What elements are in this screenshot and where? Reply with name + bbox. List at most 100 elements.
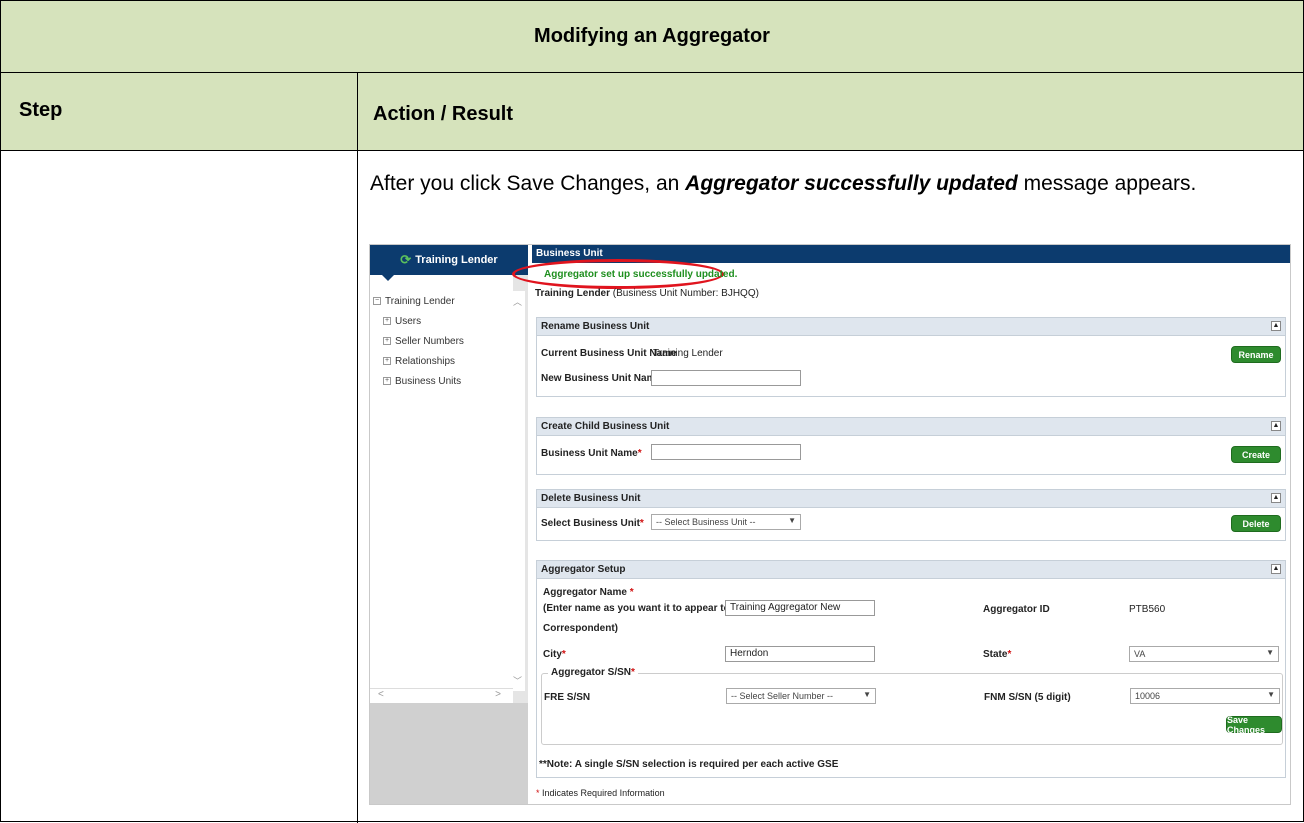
step-column-header: Step <box>19 99 63 121</box>
panel-title: Delete Business Unit <box>541 493 641 504</box>
tree-item-seller-numbers[interactable]: + Seller Numbers <box>373 331 513 351</box>
procedure-table: Modifying an Aggregator Step Action / Re… <box>0 0 1304 823</box>
scroll-left-icon[interactable]: < <box>378 689 384 700</box>
required-mark: * <box>561 649 566 660</box>
select-business-unit-dropdown[interactable]: -- Select Business Unit -- ▼ <box>651 514 801 530</box>
collapse-panel-icon[interactable]: ▲ <box>1271 493 1281 503</box>
business-unit-name-label-text: Business Unit Name <box>541 448 638 459</box>
new-name-label: New Business Unit Name* <box>541 373 665 384</box>
panel-header: Delete Business Unit ▲ <box>537 490 1285 508</box>
select-business-unit-label-text: Select Business Unit <box>541 518 640 529</box>
state-label-text: State <box>983 649 1008 660</box>
sidebar-pointer <box>382 275 394 281</box>
sidebar-empty-area <box>370 703 528 804</box>
aggregator-sssn-legend: Aggregator S/SN* <box>548 667 638 678</box>
rename-button[interactable]: Rename <box>1231 346 1281 363</box>
aggregator-name-hint: (Enter name as you want it to appear to … <box>543 603 755 614</box>
expand-icon[interactable]: + <box>383 337 391 345</box>
fnm-sssn-dropdown[interactable]: 10006 ▼ <box>1130 688 1280 704</box>
dropdown-caret-icon[interactable]: ▼ <box>1266 648 1274 657</box>
action-column-header: Action / Result <box>373 103 514 125</box>
delete-button[interactable]: Delete <box>1231 515 1281 532</box>
rename-panel: Rename Business Unit ▲ Current Business … <box>536 317 1286 397</box>
panel-title: Aggregator Setup <box>541 564 626 575</box>
required-mark: * <box>1007 649 1012 660</box>
business-unit-name-input[interactable] <box>651 444 801 460</box>
tree-item-label: Relationships <box>395 355 456 367</box>
sidebar-header[interactable]: ⟳ Training Lender <box>370 245 528 275</box>
panel-header: Rename Business Unit ▲ <box>537 318 1285 336</box>
tree-item-label: Users <box>395 315 422 327</box>
expand-icon[interactable]: + <box>383 377 391 385</box>
aggregator-sssn-group: Aggregator S/SN* FRE S/SN -- Select Sell… <box>541 667 1283 745</box>
select-business-unit-value: -- Select Business Unit -- <box>656 517 756 527</box>
aggregator-name-label-text: Aggregator Name <box>543 587 627 598</box>
collapse-icon[interactable]: − <box>373 297 381 305</box>
business-unit-name-label: Business Unit Name* <box>541 448 642 459</box>
tree-item-label: Training Lender <box>385 295 455 307</box>
tree-item-label: Business Units <box>395 375 462 387</box>
gse-note: **Note: A single S/SN selection is requi… <box>539 759 839 770</box>
panel-title: Create Child Business Unit <box>541 421 670 432</box>
business-unit-tree: − Training Lender + Users + Seller Numbe… <box>373 291 513 391</box>
instruction-after: message appears. <box>1017 172 1197 195</box>
column-divider <box>357 73 358 823</box>
dropdown-caret-icon[interactable]: ▼ <box>788 516 796 525</box>
expand-icon[interactable]: + <box>383 357 391 365</box>
fnm-sssn-label: FNM S/SN (5 digit) <box>984 692 1071 703</box>
refresh-logo-icon: ⟳ <box>400 252 412 267</box>
instruction-emphasis: Aggregator successfully updated <box>685 172 1018 195</box>
new-name-label-text: New Business Unit Name <box>541 373 662 384</box>
select-business-unit-label: Select Business Unit* <box>541 518 644 529</box>
dropdown-caret-icon[interactable]: ▼ <box>863 690 871 699</box>
dropdown-caret-icon[interactable]: ▼ <box>1267 690 1275 699</box>
fnm-sssn-value: 10006 <box>1135 691 1161 701</box>
tree-item-root[interactable]: − Training Lender <box>373 291 513 311</box>
sidebar-title: Training Lender <box>415 254 498 266</box>
tree-item-relationships[interactable]: + Relationships <box>373 351 513 371</box>
city-input[interactable]: Herndon <box>725 646 875 662</box>
table-title: Modifying an Aggregator <box>1 1 1303 73</box>
scroll-down-icon[interactable]: ﹀ <box>513 674 522 687</box>
required-mark: * <box>629 587 634 598</box>
collapse-panel-icon[interactable]: ▲ <box>1271 321 1281 331</box>
table-header-row: Step Action / Result <box>1 73 1303 151</box>
required-mark: * <box>536 788 540 798</box>
new-business-unit-name-input[interactable] <box>651 370 801 386</box>
business-unit-number: (Business Unit Number: BJHQQ) <box>612 288 759 299</box>
fre-sssn-dropdown[interactable]: -- Select Seller Number -- ▼ <box>726 688 876 704</box>
city-label: City* <box>543 649 566 660</box>
expand-icon[interactable]: + <box>383 317 391 325</box>
panel-title: Rename Business Unit <box>541 321 650 332</box>
horizontal-scrollbar[interactable]: < > <box>370 688 513 702</box>
state-dropdown[interactable]: VA ▼ <box>1129 646 1279 662</box>
fre-sssn-value: -- Select Seller Number -- <box>731 691 834 701</box>
business-unit-line: Training Lender (Business Unit Number: B… <box>535 288 759 299</box>
create-button[interactable]: Create <box>1231 446 1281 463</box>
create-panel: Create Child Business Unit ▲ Business Un… <box>536 417 1286 475</box>
aggregator-name-input[interactable]: Training Aggregator New <box>725 600 875 616</box>
save-changes-button[interactable]: Save Changes <box>1226 715 1282 735</box>
state-label: State* <box>983 649 1011 660</box>
collapse-panel-icon[interactable]: ▲ <box>1271 564 1281 574</box>
fre-sssn-label: FRE S/SN <box>544 692 591 703</box>
delete-panel: Delete Business Unit ▲ Select Business U… <box>536 489 1286 541</box>
tree-item-business-units[interactable]: + Business Units <box>373 371 513 391</box>
instruction-before: After you click Save Changes, an <box>370 172 686 195</box>
panel-header: Create Child Business Unit ▲ <box>537 418 1285 436</box>
scroll-right-icon[interactable]: > <box>495 689 501 700</box>
required-info-note: * Indicates Required Information <box>536 788 665 798</box>
scroll-up-icon[interactable]: ︿ <box>513 295 522 308</box>
aggregator-id-value: PTB560 <box>1129 604 1166 615</box>
required-info-text: Indicates Required Information <box>542 788 665 798</box>
app-screenshot: ⟳ Training Lender − Training Lender + Us… <box>369 244 1291 805</box>
required-mark: * <box>639 518 644 529</box>
panel-header: Aggregator Setup ▲ <box>537 561 1285 579</box>
vertical-scrollbar[interactable]: ︿ ﹀ <box>511 291 525 691</box>
aggregator-name-hint-2: Correspondent) <box>543 623 618 634</box>
main-content: Business Unit Aggregator set up successf… <box>512 245 1290 804</box>
collapse-panel-icon[interactable]: ▲ <box>1271 421 1281 431</box>
tree-item-users[interactable]: + Users <box>373 311 513 331</box>
required-mark: * <box>637 448 642 459</box>
aggregator-id-label: Aggregator ID <box>983 604 1050 615</box>
